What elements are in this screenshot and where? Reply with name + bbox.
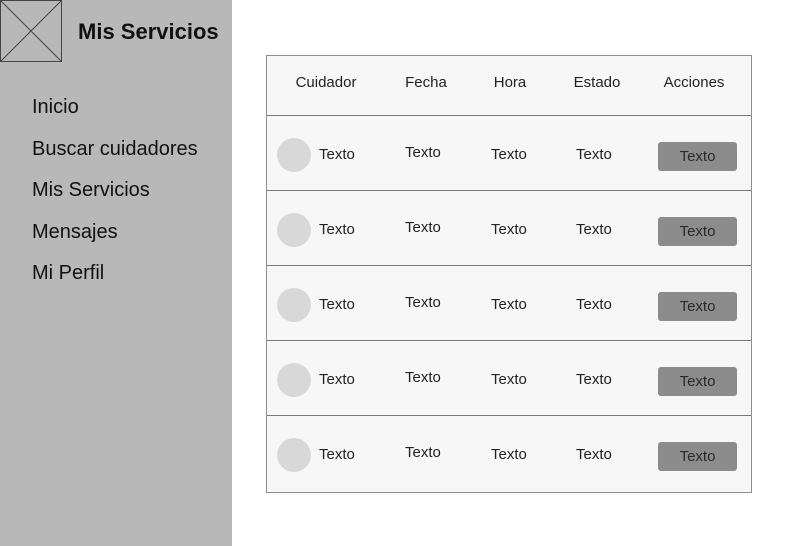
column-header-fecha: Fecha [405, 74, 447, 91]
avatar [277, 138, 311, 172]
avatar [277, 438, 311, 472]
cell-estado: Texto [576, 296, 612, 313]
cell-hora: Texto [491, 446, 527, 463]
action-button[interactable]: Texto [658, 442, 737, 471]
services-table: Cuidador Fecha Hora Estado Acciones Text… [266, 55, 752, 493]
cell-estado: Texto [576, 371, 612, 388]
cell-estado: Texto [576, 221, 612, 238]
sidebar-item-mi-perfil[interactable]: Mi Perfil [32, 261, 198, 303]
table-row: Texto Texto Texto Texto Texto [267, 116, 751, 191]
table-row: Texto Texto Texto Texto Texto [267, 266, 751, 341]
app-title: Mis Servicios [78, 19, 219, 44]
table-row: Texto Texto Texto Texto Texto [267, 341, 751, 416]
column-header-hora: Hora [493, 74, 527, 91]
sidebar-item-mis-servicios[interactable]: Mis Servicios [32, 178, 198, 220]
table-row: Texto Texto Texto Texto Texto [267, 191, 751, 266]
action-button[interactable]: Texto [658, 142, 737, 171]
action-button[interactable]: Texto [658, 292, 737, 321]
column-header-estado: Estado [573, 74, 621, 91]
table-row: Texto Texto Texto Texto Texto [267, 416, 751, 491]
sidebar-item-mensajes[interactable]: Mensajes [32, 220, 198, 262]
cell-hora: Texto [491, 296, 527, 313]
cell-cuidador: Texto [319, 146, 355, 163]
sidebar-item-buscar-cuidadores[interactable]: Buscar cuidadores [32, 137, 198, 179]
action-button[interactable]: Texto [658, 217, 737, 246]
cell-estado: Texto [576, 446, 612, 463]
cell-fecha: Texto [405, 219, 441, 236]
column-header-cuidador: Cuidador [295, 74, 357, 91]
cell-cuidador: Texto [319, 371, 355, 388]
cell-cuidador: Texto [319, 296, 355, 313]
table-header: Cuidador Fecha Hora Estado Acciones [267, 56, 751, 116]
avatar [277, 213, 311, 247]
avatar [277, 288, 311, 322]
cell-hora: Texto [491, 221, 527, 238]
sidebar-item-inicio[interactable]: Inicio [32, 95, 198, 137]
sidebar-nav: Inicio Buscar cuidadores Mis Servicios M… [32, 95, 198, 303]
action-button[interactable]: Texto [658, 367, 737, 396]
column-header-acciones: Acciones [663, 74, 725, 91]
cell-cuidador: Texto [319, 221, 355, 238]
cell-cuidador: Texto [319, 446, 355, 463]
cell-fecha: Texto [405, 294, 441, 311]
cell-estado: Texto [576, 146, 612, 163]
cell-hora: Texto [491, 146, 527, 163]
cell-fecha: Texto [405, 144, 441, 161]
sidebar: Mis Servicios Inicio Buscar cuidadores M… [0, 0, 232, 546]
image-placeholder-icon [0, 0, 62, 62]
cell-fecha: Texto [405, 369, 441, 386]
cell-fecha: Texto [405, 444, 441, 461]
avatar [277, 363, 311, 397]
cell-hora: Texto [491, 371, 527, 388]
